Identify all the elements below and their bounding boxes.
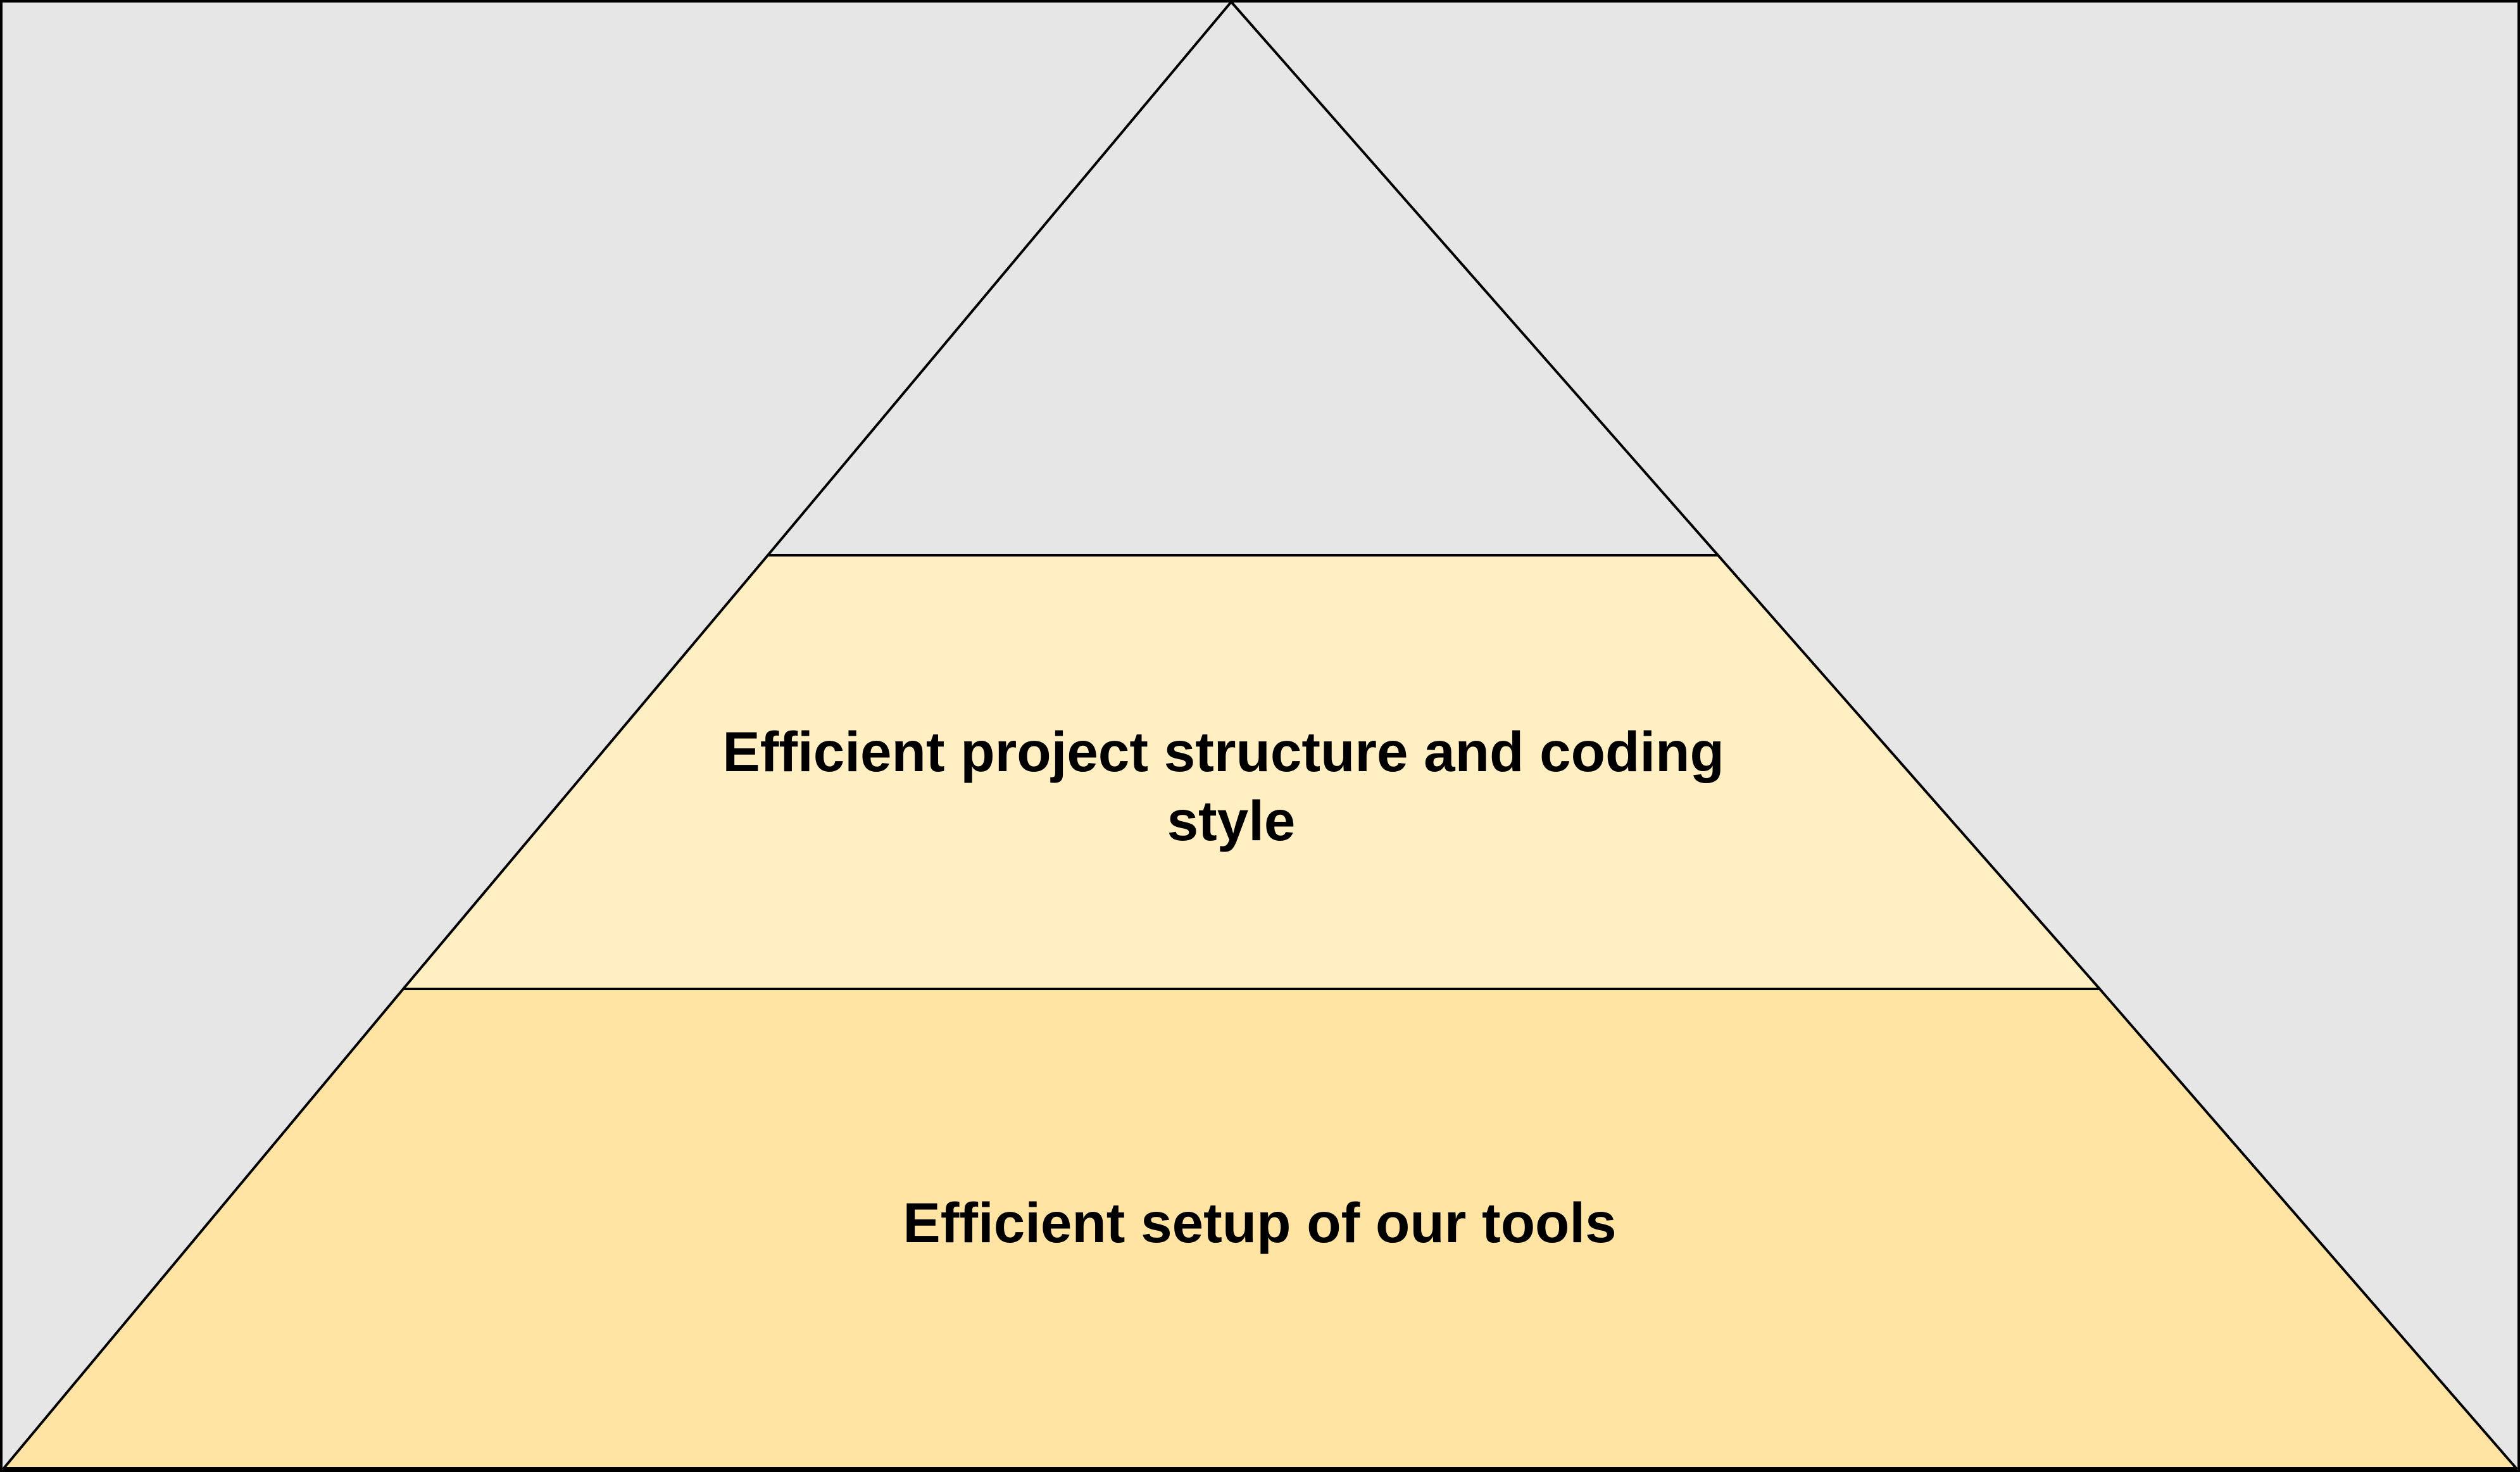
pyramid-tier-middle-label-line-1: Efficient project structure and coding bbox=[722, 720, 1724, 783]
pyramid-tier-middle-label-line-2: style bbox=[1167, 789, 1296, 852]
pyramid-diagram: Efficient project structure and coding s… bbox=[0, 0, 2520, 1472]
pyramid-tier-bottom-label: Efficient setup of our tools bbox=[903, 1191, 1616, 1254]
pyramid-tier-bottom-label-line-1: Efficient setup of our tools bbox=[903, 1191, 1616, 1254]
